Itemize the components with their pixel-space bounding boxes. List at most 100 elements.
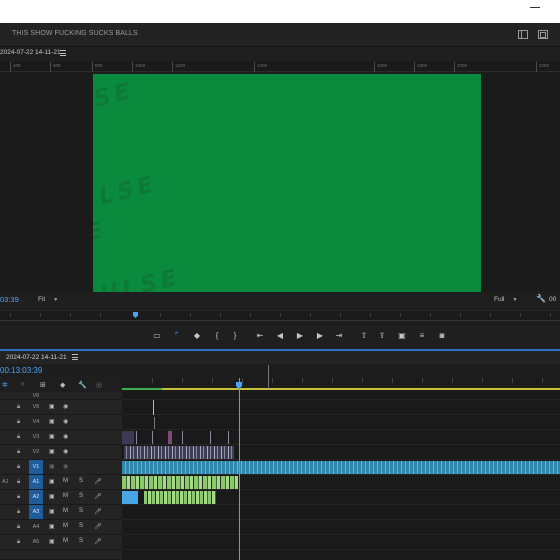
add-marker-icon[interactable]: ◆ bbox=[191, 331, 203, 341]
lock-icon[interactable]: 🔒︎ bbox=[17, 524, 20, 531]
track-name[interactable]: V5 bbox=[29, 400, 43, 414]
mute-button[interactable]: M bbox=[63, 523, 68, 529]
mark-out-icon[interactable]: } bbox=[229, 331, 241, 341]
clip[interactable] bbox=[210, 431, 211, 444]
mute-button[interactable]: M bbox=[63, 478, 68, 484]
track-a1[interactable] bbox=[122, 475, 560, 490]
sync-lock-icon[interactable]: ▣ bbox=[49, 493, 55, 500]
clip[interactable] bbox=[122, 431, 134, 444]
comparison-view-icon[interactable]: ≡ bbox=[416, 331, 428, 341]
track-name[interactable]: A2 bbox=[29, 490, 43, 504]
timeline-timecode[interactable]: 00:13:03:39 bbox=[0, 366, 42, 375]
lift-icon[interactable]: ⇧ bbox=[358, 331, 370, 341]
track-v5[interactable] bbox=[122, 400, 560, 415]
add-marker-timeline-icon[interactable]: ⊞ bbox=[40, 381, 46, 389]
track-name[interactable]: V4 bbox=[29, 415, 43, 429]
microphone-icon[interactable]: 🎤︎ bbox=[94, 538, 102, 545]
source-patch-a1[interactable]: A1 bbox=[0, 475, 10, 489]
step-back-icon[interactable]: ◀ bbox=[274, 331, 286, 341]
timeline-sequence-tab[interactable]: 2024-07-22 14-11-21 bbox=[0, 349, 560, 364]
sync-lock-icon[interactable]: ▣ bbox=[49, 403, 55, 410]
eye-icon[interactable]: ◉ bbox=[63, 448, 68, 455]
clip[interactable] bbox=[136, 431, 137, 444]
track-name[interactable]: A3 bbox=[29, 505, 43, 519]
sync-lock-icon[interactable]: ▣ bbox=[49, 523, 55, 530]
clip[interactable] bbox=[228, 431, 229, 444]
track-name[interactable]: V3 bbox=[29, 430, 43, 444]
toggle-proxy-icon[interactable]: ⌜ bbox=[171, 331, 183, 341]
mute-button[interactable]: M bbox=[63, 508, 68, 514]
track-name[interactable]: A5 bbox=[29, 535, 43, 549]
sync-lock-icon[interactable]: ▣ bbox=[49, 508, 55, 515]
go-to-in-icon[interactable]: ⇤ bbox=[254, 331, 266, 341]
monitor-playhead[interactable] bbox=[133, 312, 138, 318]
eye-icon[interactable]: ◉ bbox=[63, 403, 68, 410]
timeline-playhead-line[interactable] bbox=[239, 378, 240, 560]
clip[interactable] bbox=[122, 491, 138, 504]
lock-icon[interactable]: 🔒︎ bbox=[17, 464, 20, 471]
lock-icon[interactable]: 🔒︎ bbox=[17, 434, 20, 441]
mark-in-icon[interactable]: { bbox=[211, 331, 223, 341]
clip[interactable] bbox=[168, 431, 172, 444]
mute-button[interactable]: M bbox=[63, 493, 68, 499]
camera-icon[interactable]: ◙ bbox=[436, 331, 448, 341]
minimize-icon[interactable] bbox=[530, 7, 540, 8]
track-v4[interactable] bbox=[122, 415, 560, 430]
step-forward-icon[interactable]: ▶ bbox=[314, 331, 326, 341]
play-icon[interactable]: ▶ bbox=[294, 331, 306, 341]
snap-icon[interactable]: ✲ bbox=[2, 381, 8, 389]
sync-lock-icon[interactable]: ▣ bbox=[49, 433, 55, 440]
track-name[interactable]: V2 bbox=[29, 445, 43, 459]
track-name[interactable]: A4 bbox=[29, 520, 43, 534]
fit-dropdown[interactable]: Fit ▼ bbox=[38, 296, 58, 303]
resolution-dropdown[interactable]: Full ▼ bbox=[494, 296, 517, 303]
solo-button[interactable]: S bbox=[79, 508, 83, 514]
microphone-icon[interactable]: 🎤︎ bbox=[94, 493, 102, 500]
track-v6[interactable] bbox=[122, 392, 560, 400]
clip[interactable] bbox=[122, 461, 560, 474]
microphone-icon[interactable]: 🎤︎ bbox=[94, 508, 102, 515]
sync-lock-icon[interactable]: ▣ bbox=[49, 463, 55, 470]
track-name[interactable]: A1 bbox=[29, 475, 43, 489]
linked-selection-icon[interactable]: ∩ bbox=[20, 381, 25, 388]
go-to-out-icon[interactable]: ⇥ bbox=[333, 331, 345, 341]
extract-icon[interactable]: ⇪ bbox=[376, 331, 388, 341]
mute-button[interactable]: M bbox=[63, 538, 68, 544]
sync-lock-icon[interactable]: ▣ bbox=[49, 538, 55, 545]
track-name[interactable]: V6 bbox=[29, 392, 43, 399]
lock-icon[interactable]: 🔒︎ bbox=[17, 479, 20, 486]
track-a5[interactable] bbox=[122, 535, 560, 550]
track-name[interactable]: V1 bbox=[29, 460, 43, 474]
source-patch-v1[interactable] bbox=[0, 460, 10, 474]
sync-lock-icon[interactable]: ▣ bbox=[49, 418, 55, 425]
clip[interactable] bbox=[154, 417, 155, 429]
solo-button[interactable]: S bbox=[79, 523, 83, 529]
sync-lock-icon[interactable]: ▣ bbox=[49, 448, 55, 455]
timeline-menu-icon[interactable] bbox=[72, 354, 78, 361]
microphone-icon[interactable]: 🎤︎ bbox=[94, 478, 102, 485]
monitor-time-ruler[interactable] bbox=[0, 310, 560, 324]
playhead-timecode[interactable]: 03:39 bbox=[0, 295, 19, 304]
timeline-ruler[interactable] bbox=[122, 378, 560, 392]
solo-button[interactable]: S bbox=[79, 478, 83, 484]
solo-button[interactable]: S bbox=[79, 493, 83, 499]
wrench-icon[interactable]: 🔧 bbox=[536, 294, 546, 303]
eye-icon[interactable]: ◉ bbox=[63, 463, 68, 470]
lock-icon[interactable]: 🔒︎ bbox=[17, 494, 20, 501]
track-a2[interactable] bbox=[122, 490, 560, 505]
marker-icon[interactable]: ◆ bbox=[60, 381, 65, 389]
solo-button[interactable]: S bbox=[79, 538, 83, 544]
clip[interactable] bbox=[124, 446, 234, 459]
eye-icon[interactable]: ◉ bbox=[63, 418, 68, 425]
program-viewer[interactable]: UNIPULSE UNIPULSE UNIPULSE UNIPULSE UNIP… bbox=[0, 73, 560, 292]
clip[interactable] bbox=[182, 431, 183, 444]
track-a3[interactable] bbox=[122, 505, 560, 520]
video-frame[interactable]: UNIPULSE UNIPULSE UNIPULSE UNIPULSE UNIP… bbox=[93, 74, 481, 292]
panel-layout-icon[interactable] bbox=[518, 30, 528, 39]
clip[interactable] bbox=[122, 476, 238, 489]
captions-icon[interactable]: ◎ bbox=[96, 381, 102, 389]
export-frame-icon[interactable]: ▣ bbox=[396, 331, 408, 341]
lock-icon[interactable]: 🔒︎ bbox=[17, 419, 20, 426]
track-v3[interactable] bbox=[122, 430, 560, 445]
program-sequence-tab[interactable]: 2024-07-22 14-11-21 bbox=[0, 47, 560, 61]
